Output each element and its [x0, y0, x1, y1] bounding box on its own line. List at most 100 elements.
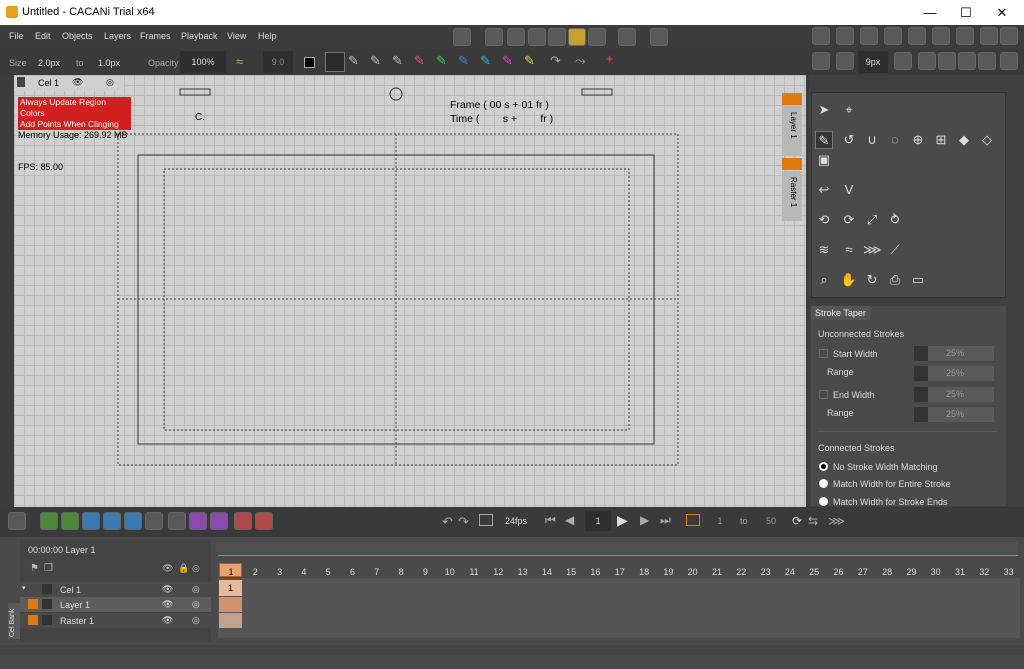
lasso-a-icon[interactable]	[812, 52, 830, 70]
layers-stack-icon[interactable]	[1000, 27, 1018, 45]
bottom-scrollbar[interactable]	[0, 645, 1024, 655]
frame-number[interactable]: 33	[997, 567, 1021, 577]
warp-c-icon[interactable]: ⋙	[863, 241, 882, 259]
drawing-canvas[interactable]: Memory Usage: 269.92 MB FPS: 85.00 C. Fr…	[14, 75, 806, 507]
onion-b-icon[interactable]	[189, 512, 207, 530]
frame-number[interactable]: 1	[219, 567, 243, 577]
hook-tool-icon[interactable]: ↩	[815, 181, 833, 199]
layer1-frame-cell[interactable]	[219, 597, 242, 612]
eraser-tool-icon[interactable]: ◇	[978, 131, 996, 149]
align-left-icon[interactable]	[938, 52, 956, 70]
transform-c-icon[interactable]: ⤢	[863, 211, 881, 229]
opacity-field[interactable]: 100%	[180, 51, 226, 73]
expand-icon[interactable]: ▾	[22, 584, 26, 592]
undo-icon[interactable]: ↶	[442, 514, 453, 530]
paint-icon[interactable]	[528, 28, 546, 46]
frame-field[interactable]: 1	[585, 511, 611, 531]
pen-yellow-icon[interactable]: ✎	[524, 53, 542, 71]
bounce-icon[interactable]: ⇆	[808, 514, 818, 528]
grid-icon[interactable]	[145, 512, 163, 530]
curve-icon[interactable]: ↷	[550, 53, 568, 71]
stroke-taper-tab[interactable]: Stroke Taper	[811, 306, 870, 320]
fill-icon[interactable]	[908, 27, 926, 45]
layer-row-cel1[interactable]: ▾ Cel 1 👁 ◎	[20, 582, 211, 597]
end-width-checkbox[interactable]	[819, 390, 828, 399]
dotted-curve-icon[interactable]	[507, 28, 525, 46]
add-cel-icon[interactable]	[40, 512, 58, 530]
frame-number[interactable]: 27	[851, 567, 875, 577]
layer-row-raster1[interactable]: Raster 1 👁 ◎	[20, 613, 211, 628]
frame-number[interactable]: 17	[608, 567, 632, 577]
pen-gray-1-icon[interactable]: ✎	[348, 53, 366, 71]
frame-number[interactable]: 11	[462, 567, 486, 577]
frame-number[interactable]: 31	[948, 567, 972, 577]
warp-a-icon[interactable]: ≋	[815, 241, 833, 259]
camera-tool-icon[interactable]: ⎙	[886, 271, 904, 289]
menu-objects[interactable]: Objects	[62, 31, 93, 41]
fps-field[interactable]: 24fps	[505, 516, 527, 526]
cel-bank-tab[interactable]: Cel Bank	[8, 603, 20, 639]
copy-icon[interactable]: ❐	[44, 563, 53, 574]
light-icon-small[interactable]: ◎	[106, 77, 114, 88]
hand-select-icon[interactable]	[894, 52, 912, 70]
loop-icon[interactable]: ⟳	[792, 514, 802, 528]
frame-number[interactable]: 29	[899, 567, 923, 577]
raster-color-tab[interactable]	[782, 158, 802, 170]
frame-grid[interactable]	[218, 578, 1020, 638]
zoom-icon[interactable]: ⌕	[815, 271, 833, 289]
menu-file[interactable]: File	[9, 31, 24, 41]
range-to-field[interactable]: 50	[758, 511, 784, 531]
onion-c-icon[interactable]	[210, 512, 228, 530]
eye-icon-raster1[interactable]: 👁	[162, 615, 173, 626]
dotted-pen-icon[interactable]: ⤳	[575, 53, 593, 71]
cel-frame-cell[interactable]: 1	[219, 580, 242, 596]
eye-icon[interactable]: 👁	[72, 77, 83, 88]
pen-magenta-icon[interactable]: ✎	[502, 53, 520, 71]
play-icon[interactable]: ▶	[617, 512, 628, 529]
edit-icon[interactable]	[548, 28, 566, 46]
pointer-alt-icon[interactable]: ⌖	[840, 101, 858, 119]
raster1-frame-cell[interactable]	[219, 613, 242, 628]
layers-icon[interactable]	[568, 28, 586, 46]
paint-bucket-icon[interactable]: ◆	[955, 131, 973, 149]
pin-icon[interactable]: ⚑	[30, 563, 39, 574]
menu-edit[interactable]: Edit	[35, 31, 51, 41]
light-icon-layer1[interactable]: ◎	[192, 599, 200, 610]
prev-frame-icon[interactable]: ◀	[565, 513, 574, 527]
pen-gray-2-icon[interactable]: ✎	[370, 53, 388, 71]
light-icon-cel1[interactable]: ◎	[192, 584, 200, 595]
knife-tool-icon[interactable]: ⟋	[886, 241, 904, 259]
menu-frames[interactable]: Frames	[140, 31, 171, 41]
header-light-icon[interactable]: ◎	[192, 563, 200, 574]
menu-help[interactable]: Help	[258, 31, 277, 41]
curve-tool-icon[interactable]	[485, 28, 503, 46]
next-frame-icon[interactable]: ▶	[640, 513, 649, 527]
pointer-icon[interactable]: ➤	[815, 101, 833, 119]
first-frame-icon[interactable]: ⏮	[545, 513, 556, 528]
radio-no-matching[interactable]	[819, 462, 828, 471]
record-icon[interactable]: ✦	[605, 53, 623, 71]
insert-b-icon[interactable]	[103, 512, 121, 530]
frame-number[interactable]: 25	[802, 567, 826, 577]
transform-d-icon[interactable]: ⥁	[886, 211, 904, 229]
sort-icon[interactable]	[918, 52, 936, 70]
range2-slider[interactable]: 25%	[914, 407, 994, 422]
magnet-tool-icon[interactable]: ∪	[863, 131, 881, 149]
delete-b-icon[interactable]	[255, 512, 273, 530]
insert-c-icon[interactable]	[124, 512, 142, 530]
lasso-b-icon[interactable]	[836, 52, 854, 70]
hand-icon[interactable]: ✋	[840, 271, 858, 289]
add-frame-icon[interactable]	[61, 512, 79, 530]
delete-a-icon[interactable]	[234, 512, 252, 530]
transform-b-icon[interactable]: ⟳	[840, 211, 858, 229]
screen-tool-icon[interactable]: ▭	[909, 271, 927, 289]
frame-number[interactable]: 9	[413, 567, 437, 577]
menu-list-icon[interactable]	[8, 512, 26, 530]
tool-a-icon[interactable]	[812, 27, 830, 45]
pen-cyan-icon[interactable]: ✎	[480, 53, 498, 71]
insert-a-icon[interactable]	[82, 512, 100, 530]
rotate-icon[interactable]: ↻	[863, 271, 881, 289]
pen-gray-3-icon[interactable]: ✎	[392, 53, 410, 71]
bucket-tool-icon[interactable]: ▣	[815, 151, 833, 169]
add-tool-icon[interactable]: ⊞	[932, 131, 950, 149]
